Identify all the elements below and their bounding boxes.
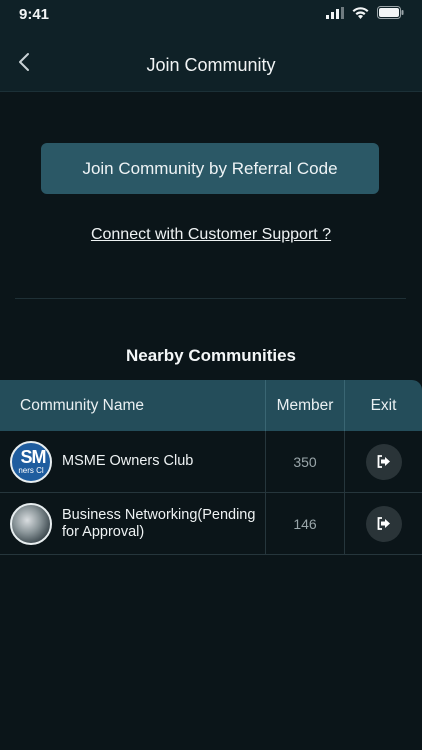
communities-table: Community Name Member Exit SM ners Cl MS…: [0, 380, 422, 555]
avatar-logo-text: SM: [20, 446, 47, 467]
wifi-icon: [352, 6, 369, 19]
avatar: SM ners Cl: [10, 440, 52, 483]
table-row[interactable]: Business Networking(Pending for Approval…: [0, 493, 422, 555]
table-row[interactable]: SM ners Cl MSME Owners Club 350: [0, 431, 422, 493]
exit-cell: [345, 493, 422, 554]
community-name-cell: Business Networking(Pending for Approval…: [0, 493, 266, 554]
join-by-referral-button[interactable]: Join Community by Referral Code: [41, 143, 379, 194]
column-header-exit: Exit: [370, 396, 397, 414]
status-time: 9:41: [19, 6, 50, 23]
community-name: Business Networking(Pending for Approval…: [62, 506, 256, 540]
status-icons: [326, 6, 404, 19]
nav-bar: Join Community: [0, 28, 422, 92]
section-title: Nearby Communities: [125, 346, 297, 365]
member-count: 350: [266, 431, 345, 492]
exit-button[interactable]: [365, 505, 402, 542]
avatar-logo-subtext: ners Cl: [12, 465, 50, 475]
status-bar: 9:41: [0, 0, 422, 28]
avatar: [10, 502, 52, 545]
divider: [15, 298, 406, 299]
community-name: MSME Owners Club: [62, 453, 194, 469]
member-count: 146: [266, 493, 345, 554]
exit-button[interactable]: [365, 443, 402, 480]
column-header-name: Community Name: [0, 380, 266, 431]
column-header-member: Member: [266, 380, 345, 431]
signal-icon: [326, 6, 344, 19]
customer-support-link[interactable]: Connect with Customer Support ?: [91, 226, 331, 243]
support-link-wrapper: Connect with Customer Support ?: [0, 226, 422, 244]
exit-icon: [377, 455, 390, 468]
exit-cell: [345, 431, 422, 492]
community-name-cell: SM ners Cl MSME Owners Club: [0, 431, 266, 492]
page-title: Join Community: [146, 55, 276, 75]
table-header: Community Name Member Exit: [0, 380, 422, 431]
exit-icon: [377, 517, 390, 530]
battery-icon: [377, 6, 404, 19]
